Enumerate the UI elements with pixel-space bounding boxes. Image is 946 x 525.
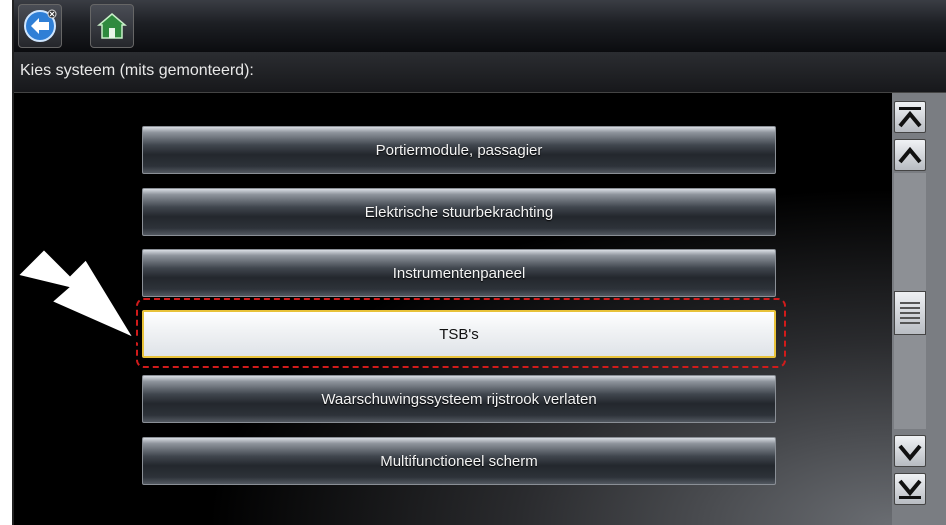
scroll-bottom-icon	[898, 479, 922, 499]
home-icon	[97, 13, 127, 39]
title-bar: Kies systeem (mits gemonteerd):	[14, 52, 946, 93]
menu-item-multifunctioneel[interactable]: Multifunctioneel scherm	[142, 437, 776, 485]
scroll-thumb-icon	[900, 302, 920, 324]
page-title: Kies systeem (mits gemonteerd):	[20, 62, 254, 79]
selection-highlight	[136, 298, 786, 368]
scroll-up-icon	[898, 146, 922, 164]
home-button[interactable]	[90, 4, 134, 48]
top-toolbar	[14, 0, 946, 53]
scroll-down-icon	[898, 444, 922, 462]
scroll-up-button[interactable]	[894, 139, 926, 171]
menu-item-rijstrook[interactable]: Waarschuwingssysteem rijstrook verlaten	[142, 375, 776, 423]
menu-item-portiermodule[interactable]: Portiermodule, passagier	[142, 126, 776, 174]
scroll-top-button[interactable]	[894, 101, 926, 133]
scroll-down-button[interactable]	[894, 435, 926, 467]
menu-item-instrumentenpaneel[interactable]: Instrumentenpaneel	[142, 249, 776, 297]
callout-arrow-icon	[14, 245, 139, 344]
menu-item-stuurbekrachting[interactable]: Elektrische stuurbekrachting	[142, 188, 776, 236]
back-arrow-icon	[24, 9, 57, 42]
scroll-top-icon	[898, 107, 922, 128]
scanner-screen: Kies systeem (mits gemonteerd): Portierm…	[12, 0, 946, 525]
scroll-bottom-button[interactable]	[894, 473, 926, 505]
back-button[interactable]	[18, 4, 62, 48]
scroll-thumb[interactable]	[894, 291, 926, 335]
scrollbar[interactable]	[892, 93, 946, 525]
